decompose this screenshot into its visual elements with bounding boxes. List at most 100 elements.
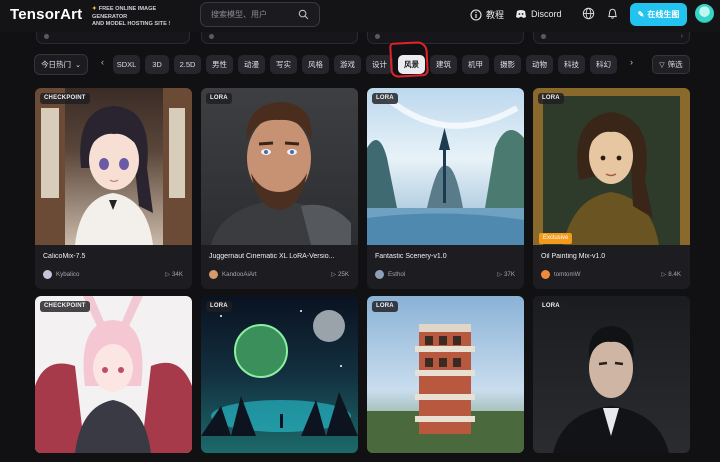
model-thumbnail[interactable]: LORA Exclusive [533, 88, 690, 245]
scroll-right-icon[interactable]: › [630, 57, 633, 67]
tag-sdxl[interactable]: SDXL [113, 55, 140, 74]
model-card[interactable]: LORA Juggernaut Cinematic XL LoRA-Versio… [201, 88, 358, 289]
peek-card [201, 32, 358, 44]
tag-animal[interactable]: 动物 [526, 55, 553, 74]
tutorial-link[interactable]: 教程 [470, 8, 504, 21]
card-info: Juggernaut Cinematic XL LoRA-Versio... K… [201, 245, 358, 289]
bell-icon[interactable] [606, 7, 619, 20]
top-header: TensorArt ✦ FREE ONLINE IMAGE GENERATOR A… [0, 0, 720, 32]
run-count: ▷ 37K [497, 271, 515, 278]
model-thumbnail[interactable]: CHECKPOINT [35, 88, 192, 245]
filter-label: 筛选 [667, 60, 683, 69]
model-title[interactable]: Fantastic Scenery-v1.0 [375, 253, 515, 260]
promo-line-2: AND MODEL HOSTING SITE ! [92, 21, 171, 27]
man-suit-thumbnail [553, 326, 669, 453]
bunny-mecha-girl-thumbnail [35, 296, 192, 453]
create-label: 在线生图 [647, 10, 680, 19]
search-placeholder: 搜索模型、用户 [211, 10, 267, 19]
model-type-badge: LORA [206, 93, 232, 104]
fantasy-scenery-thumbnail [367, 95, 524, 245]
author-name[interactable]: KandooAiArt [222, 271, 257, 278]
model-title[interactable]: Oil Painting Mix-v1.0 [541, 253, 681, 260]
peek-dot [209, 34, 214, 39]
oil-painting-thumbnail [533, 88, 690, 245]
card-info: CalicoMix-7.5 Kybalico ▷ 34K [35, 245, 192, 289]
space-scene-thumbnail [201, 310, 358, 436]
sort-dropdown[interactable]: 今日热门 ⌄ [34, 54, 88, 75]
run-count: ▷ 8.4K [662, 271, 681, 278]
author-avatar[interactable] [43, 270, 52, 279]
author-avatar[interactable] [209, 270, 218, 279]
model-card[interactable]: LORA [201, 296, 358, 453]
scroll-left-icon[interactable]: ‹ [101, 57, 104, 67]
run-count-value: 34K [171, 271, 183, 278]
author-name[interactable]: Kybalico [56, 271, 79, 278]
model-thumbnail[interactable]: LORA [367, 88, 524, 245]
tag-2-5d[interactable]: 2.5D [174, 55, 201, 74]
model-thumbnail[interactable]: LORA [201, 296, 358, 453]
model-thumbnail[interactable]: CHECKPOINT [35, 296, 192, 453]
sort-label: 今日热门 [41, 60, 72, 69]
tag-anime[interactable]: 动漫 [238, 55, 265, 74]
model-type-badge: CHECKPOINT [40, 301, 90, 312]
card-info: Oil Painting Mix-v1.0 tomtomW ▷ 8.4K [533, 245, 690, 289]
peek-dot [541, 34, 546, 39]
model-card[interactable]: LORA [533, 296, 690, 453]
model-thumbnail[interactable]: LORA [201, 88, 358, 245]
peek-dot [375, 34, 380, 39]
author-name[interactable]: Esthol [388, 271, 405, 278]
peek-card [367, 32, 524, 44]
tag-architecture[interactable]: 建筑 [430, 55, 457, 74]
tag-game[interactable]: 游戏 [334, 55, 361, 74]
model-card[interactable]: LORA Exclusive Oil Painting Mix-v1.0 tom… [533, 88, 690, 289]
card-meta: Esthol ▷ 37K [375, 270, 515, 279]
author-avatar[interactable] [375, 270, 384, 279]
model-card[interactable]: LORA Fantastic Scenery-v1.0 Esthol ▷ 37K [367, 88, 524, 289]
model-card[interactable]: CHECKPOINT CalicoMix-7.5 Kybalico ▷ 34K [35, 88, 192, 289]
model-type-badge: LORA [538, 301, 564, 312]
run-count: ▷ 34K [165, 271, 183, 278]
card-meta: KandooAiArt ▷ 25K [209, 270, 349, 279]
filter-button[interactable]: ▽ 筛选 [652, 55, 690, 74]
filter-bar: 今日热门 ⌄ ‹ SDXL 3D 2.5D 男性 动漫 写实 风格 游戏 设计 … [0, 54, 720, 76]
man-portrait-thumbnail [211, 102, 351, 245]
discord-link[interactable]: Discord [515, 8, 562, 20]
author-avatar[interactable] [541, 270, 550, 279]
wand-icon: ✎ [637, 10, 645, 19]
play-icon: ▷ [165, 272, 170, 278]
run-count: ▷ 25K [331, 271, 349, 278]
model-card[interactable]: LORA [367, 296, 524, 453]
search-icon[interactable] [298, 9, 309, 20]
model-title[interactable]: CalicoMix-7.5 [43, 253, 183, 260]
info-icon [470, 8, 482, 21]
play-icon: ▷ [661, 272, 667, 278]
tag-scifi[interactable]: 科幻 [590, 55, 617, 74]
tag-realistic[interactable]: 写实 [270, 55, 297, 74]
model-thumbnail[interactable]: LORA [533, 296, 690, 453]
search-input[interactable]: 搜索模型、用户 [200, 2, 320, 27]
model-type-badge: LORA [372, 301, 398, 312]
author-name[interactable]: tomtomW [554, 271, 580, 278]
model-title[interactable]: Juggernaut Cinematic XL LoRA-Versio... [209, 253, 349, 260]
site-logo[interactable]: TensorArt [10, 6, 82, 23]
tag-photography[interactable]: 摄影 [494, 55, 521, 74]
model-thumbnail[interactable]: LORA [367, 296, 524, 453]
tag-male[interactable]: 男性 [206, 55, 233, 74]
peek-card [36, 32, 190, 44]
create-image-button[interactable]: ✎ 在线生图 [630, 3, 687, 26]
discord-label: Discord [531, 9, 562, 19]
discord-icon [516, 10, 526, 18]
tag-3d[interactable]: 3D [145, 55, 169, 74]
tag-mecha[interactable]: 机甲 [462, 55, 489, 74]
card-meta: tomtomW ▷ 8.4K [541, 270, 681, 279]
model-type-badge: CHECKPOINT [40, 93, 90, 104]
globe-icon[interactable] [582, 7, 595, 20]
tag-style[interactable]: 风格 [302, 55, 329, 74]
model-card[interactable]: CHECKPOINT [35, 296, 192, 453]
filter-icon: ▽ [659, 61, 665, 69]
run-count-value: 25K [337, 271, 349, 278]
anime-girl-thumbnail [35, 88, 192, 245]
tag-technology[interactable]: 科技 [558, 55, 585, 74]
model-type-badge: LORA [538, 93, 564, 104]
user-avatar[interactable] [694, 3, 715, 24]
